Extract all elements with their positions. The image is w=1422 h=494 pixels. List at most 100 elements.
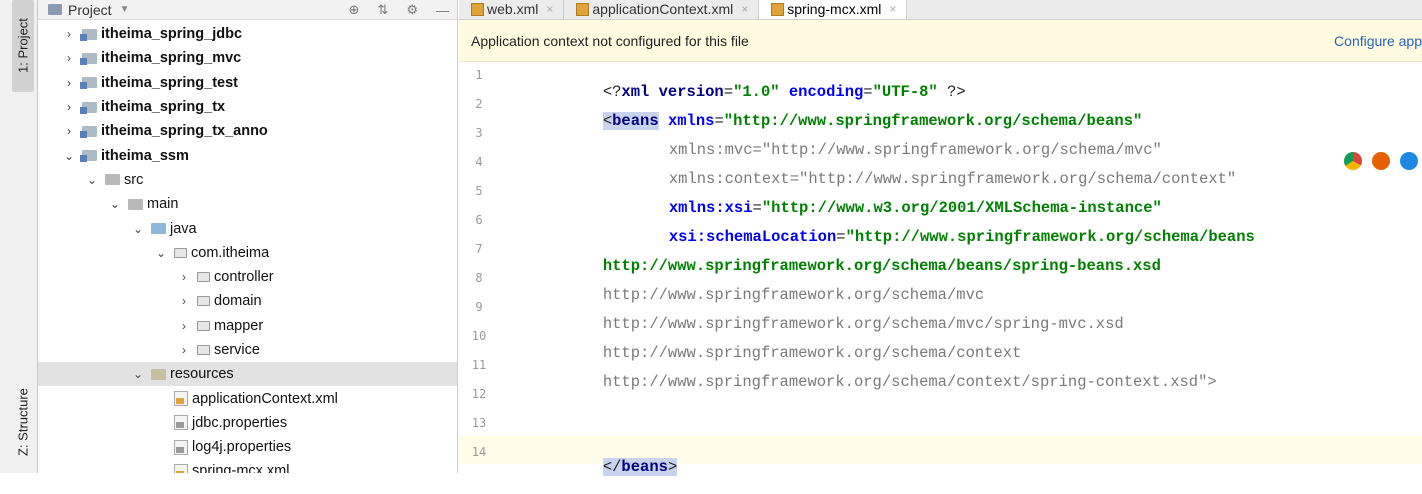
line-number: 5 <box>475 184 483 198</box>
collapse-all-icon[interactable]: ⇅ <box>377 2 388 18</box>
chevron-down-icon[interactable]: ▼ <box>120 4 130 15</box>
project-icon <box>48 4 62 15</box>
tree-item[interactable]: applicationContext.xml <box>38 386 457 410</box>
tree-item[interactable]: › service <box>38 338 457 362</box>
tree-item[interactable]: ⌄ resources <box>38 362 457 387</box>
module-icon <box>80 150 97 163</box>
close-icon[interactable]: × <box>546 2 553 16</box>
line-number: 4 <box>475 155 483 169</box>
editor-tab[interactable]: applicationContext.xml × <box>564 0 760 19</box>
tree-item[interactable]: › itheima_spring_tx <box>38 95 457 119</box>
tree-item-label: mapper <box>214 317 264 334</box>
project-tree: › itheima_spring_jdbc › itheima_spring_mvc ›… <box>38 20 457 473</box>
chevron-right-icon[interactable]: › <box>62 100 76 114</box>
chevron-right-icon[interactable]: › <box>177 294 191 308</box>
line-number: 2 <box>475 97 483 111</box>
close-icon[interactable]: × <box>889 2 896 16</box>
tree-item[interactable]: log4j.properties <box>38 435 457 459</box>
package-icon <box>174 247 187 258</box>
code-editor[interactable]: 1 2 3 4 5 6 7 8 9 10 11 12 13 14 <?xml version="1.0" … <box>459 62 1422 476</box>
browser-preview-icons <box>1344 152 1418 170</box>
code-token: </ <box>602 458 622 476</box>
editor-tab-label: web.xml <box>487 1 539 17</box>
code-line-14: </beans> <box>547 440 678 494</box>
chrome-icon[interactable] <box>1344 152 1362 170</box>
structure-tool-tab[interactable]: Z: Structure <box>12 372 34 472</box>
package-icon <box>197 296 210 307</box>
chevron-right-icon[interactable]: › <box>62 51 76 65</box>
tree-item[interactable]: › itheima_spring_mvc <box>38 46 457 70</box>
locate-icon[interactable]: ⊕ <box>349 2 360 18</box>
tree-item[interactable]: spring-mcx.xml <box>38 459 457 473</box>
hide-panel-icon[interactable]: — <box>436 3 449 18</box>
line-number: 1 <box>475 68 483 82</box>
code-line-11: http://www.springframework.org/schema/co… <box>547 355 1217 409</box>
banner-message: Application context not configured for t… <box>471 32 749 49</box>
tree-item[interactable]: ⌄ java <box>38 216 457 240</box>
line-number: 6 <box>475 213 483 227</box>
configure-application-context-link[interactable]: Configure app <box>1334 33 1422 49</box>
firefox-icon[interactable] <box>1372 152 1390 170</box>
tree-item[interactable]: › controller <box>38 265 457 289</box>
tree-item-label: resources <box>170 366 234 383</box>
line-number-gutter: 1 2 3 4 5 6 7 8 9 10 11 12 13 14 <box>459 62 519 473</box>
tree-item-label: com.itheima <box>191 244 270 261</box>
chevron-down-icon[interactable]: ⌄ <box>154 246 168 260</box>
chevron-down-icon[interactable]: ⌄ <box>62 149 76 163</box>
chevron-right-icon[interactable]: › <box>177 343 191 357</box>
chevron-right-icon[interactable]: › <box>62 27 76 41</box>
chevron-right-icon[interactable]: › <box>177 319 191 333</box>
tree-item-label: spring-mcx.xml <box>192 463 290 473</box>
tree-item[interactable]: › itheima_spring_test <box>38 71 457 95</box>
chevron-right-icon[interactable]: › <box>62 124 76 138</box>
chevron-down-icon[interactable]: ⌄ <box>131 367 145 381</box>
editor-tabs: web.xml × applicationContext.xml × spring-mc… <box>459 0 1422 20</box>
project-panel-title[interactable]: Project <box>68 2 112 18</box>
code-token: > <box>667 458 678 476</box>
tree-item[interactable]: › mapper <box>38 314 457 338</box>
chevron-right-icon[interactable]: › <box>62 76 76 90</box>
tree-item-label: main <box>147 196 179 213</box>
tree-item[interactable]: › itheima_spring_tx_anno <box>38 119 457 143</box>
tree-item-label: domain <box>214 293 262 310</box>
beans-close-tag: beans <box>621 458 668 476</box>
tree-item[interactable]: › itheima_spring_jdbc <box>38 22 457 46</box>
chevron-down-icon[interactable]: ⌄ <box>108 197 122 211</box>
chevron-down-icon[interactable]: ⌄ <box>131 222 145 236</box>
tree-item[interactable]: ⌄ com.itheima <box>38 241 457 265</box>
chevron-right-icon[interactable]: › <box>177 270 191 284</box>
properties-file-icon <box>174 439 188 455</box>
chevron-down-icon[interactable]: ⌄ <box>85 173 99 187</box>
editor-tab[interactable]: spring-mcx.xml × <box>759 0 908 19</box>
folder-icon <box>151 368 166 380</box>
tree-item[interactable]: ⌄ itheima_ssm <box>38 143 457 167</box>
tree-item[interactable]: ⌄ main <box>38 192 457 216</box>
tree-item[interactable]: ⌄ src <box>38 168 457 192</box>
tree-item-label: log4j.properties <box>192 439 292 456</box>
line-number: 3 <box>475 126 483 140</box>
line-number: 9 <box>475 300 483 314</box>
project-tool-tab[interactable]: 1: Project <box>12 0 34 92</box>
xml-file-icon <box>174 391 188 407</box>
gear-icon[interactable]: ⚙ <box>406 2 418 18</box>
tree-item-label: jdbc.properties <box>192 414 288 431</box>
tree-item-label: itheima_ssm <box>101 147 189 164</box>
project-tool-tab-label: 1: Project <box>15 18 31 74</box>
xml-file-icon <box>471 2 484 16</box>
package-icon <box>197 345 210 355</box>
line-number: 10 <box>471 329 487 343</box>
editor-tab-label: applicationContext.xml <box>592 1 734 17</box>
module-icon <box>80 101 97 114</box>
tree-item[interactable]: › domain <box>38 289 457 313</box>
module-icon <box>80 52 97 65</box>
editor-tab[interactable]: web.xml × <box>459 0 565 19</box>
xml-file-icon <box>576 2 590 16</box>
module-icon <box>80 77 97 90</box>
project-panel-toolbar: ⊕ ⇅ ⚙ — <box>349 0 449 20</box>
ie-icon[interactable] <box>1400 152 1418 170</box>
tree-item[interactable]: jdbc.properties <box>38 411 457 435</box>
close-icon[interactable]: × <box>741 2 748 16</box>
properties-file-icon <box>174 415 188 431</box>
tree-item-label: controller <box>214 269 274 286</box>
line-number: 13 <box>471 416 487 430</box>
